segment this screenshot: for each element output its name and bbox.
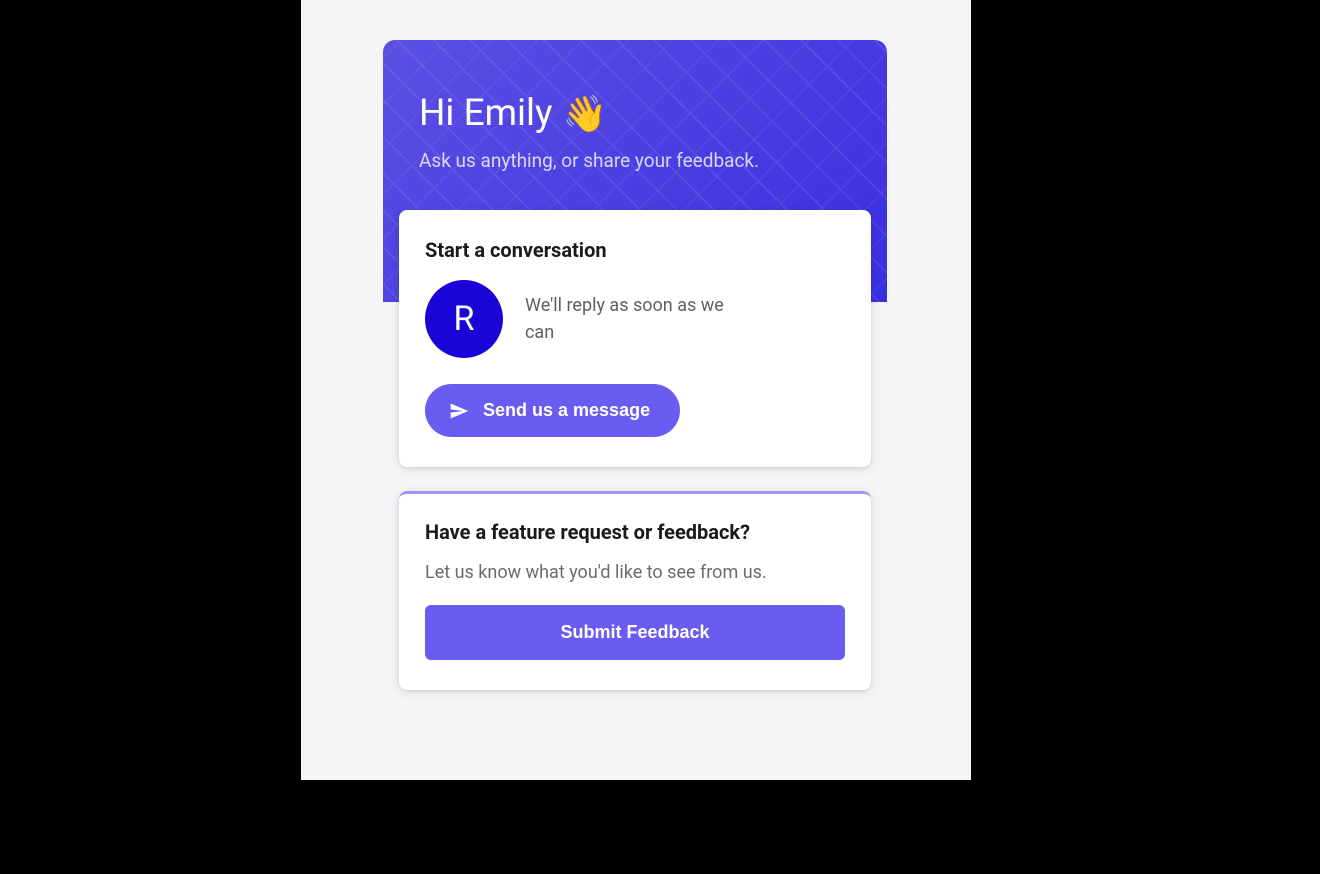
conversation-card-title: Start a conversation	[425, 238, 845, 262]
cards-container: Start a conversation R We'll reply as so…	[383, 210, 887, 690]
header-subtitle: Ask us anything, or share your feedback.	[419, 149, 851, 172]
feedback-card-subtitle: Let us know what you'd like to see from …	[425, 562, 845, 583]
wave-icon: 👋	[563, 96, 608, 132]
send-message-label: Send us a message	[483, 400, 650, 421]
agent-avatar: R	[425, 280, 503, 358]
messenger-widget: Hi Emily 👋 Ask us anything, or share you…	[383, 40, 887, 714]
reply-time-text: We'll reply as soon as we can	[525, 292, 725, 346]
feedback-card-title: Have a feature request or feedback?	[425, 520, 845, 544]
send-message-button[interactable]: Send us a message	[425, 384, 680, 437]
avatar-letter: R	[454, 299, 475, 339]
submit-feedback-label: Submit Feedback	[560, 622, 709, 642]
widget-canvas: Hi Emily 👋 Ask us anything, or share you…	[301, 0, 971, 780]
feedback-card: Have a feature request or feedback? Let …	[399, 491, 871, 690]
send-icon	[449, 401, 469, 421]
greeting-text: Hi Emily	[419, 92, 553, 135]
submit-feedback-button[interactable]: Submit Feedback	[425, 605, 845, 660]
greeting: Hi Emily 👋	[419, 92, 851, 135]
conversation-row: R We'll reply as soon as we can	[425, 280, 845, 358]
start-conversation-card: Start a conversation R We'll reply as so…	[399, 210, 871, 467]
